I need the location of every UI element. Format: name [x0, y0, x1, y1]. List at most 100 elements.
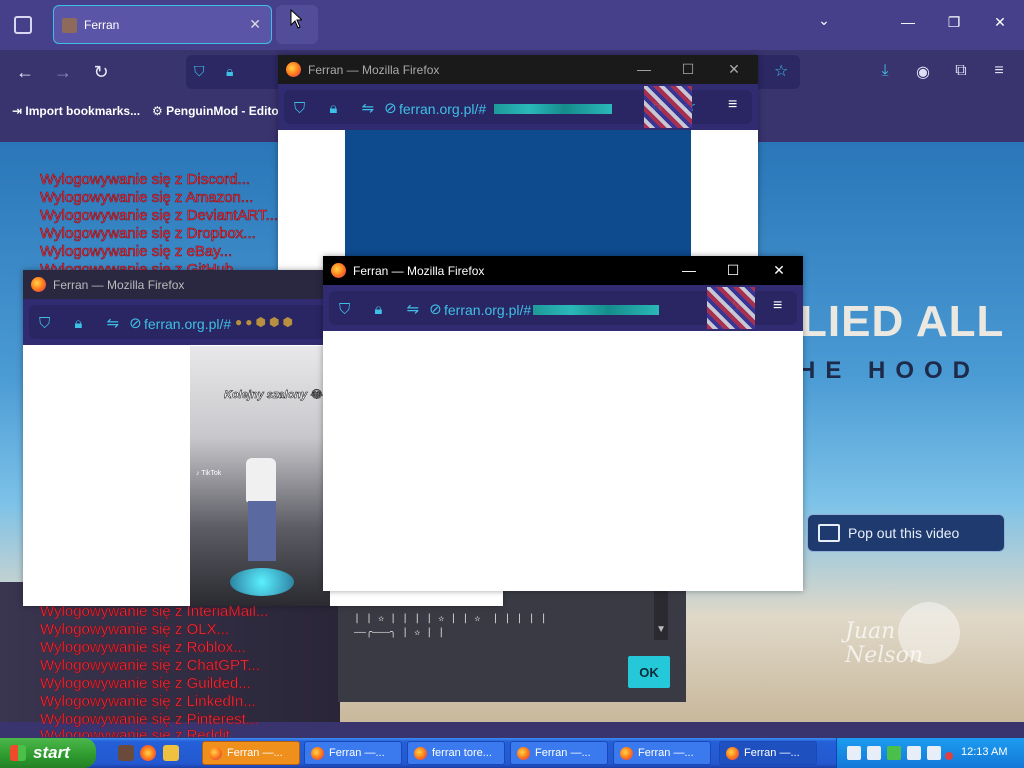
hero-title: LIED ALL: [800, 297, 1005, 346]
taskbar-button-label: Ferran —...: [227, 747, 283, 759]
firefox-icon: [517, 747, 530, 760]
menu-icon[interactable]: ≡: [988, 62, 1010, 80]
popup-c-close-button[interactable]: ✕: [769, 262, 789, 279]
bookmark-import[interactable]: ⇥ Import bookmarks...: [12, 104, 140, 118]
taskbar-button[interactable]: Ferran —...: [304, 741, 402, 765]
back-arrow-icon[interactable]: ←: [14, 62, 36, 83]
ok-button[interactable]: OK: [628, 656, 670, 688]
video-caption: Kolejny szalony 😂: [224, 389, 324, 402]
pop-out-video-button[interactable]: Pop out this video: [807, 514, 1005, 552]
tiktok-watermark: ♪ TikTok: [196, 470, 222, 477]
spam-line: Wylogowywanie się z eBay...: [40, 243, 233, 261]
popup-a-maximize-button[interactable]: ☐: [678, 61, 698, 78]
downloads-icon[interactable]: ⤓: [874, 62, 896, 80]
spam-line: Wylogowywanie się z Discord...: [40, 171, 251, 189]
dialog-message: | | ✫ | | | | ✫ | | ✫ | | | | | ——╭———╮ …: [354, 612, 547, 640]
windows-flag-icon: [10, 745, 26, 761]
firefox-icon: [620, 747, 633, 760]
hero-subtitle: HE HOOD: [798, 357, 981, 384]
taskbar-button[interactable]: Ferran —...: [719, 741, 817, 765]
tray-display-icon[interactable]: [927, 746, 941, 760]
spam-line: Wylogowywanie się z Roblox...: [40, 639, 246, 657]
tab-bar: Ferran ✕ ⌄ — ❐ ✕: [0, 0, 1024, 50]
popup-window-a[interactable]: Ferran — Mozilla Firefox — ☐ ✕ ⛉ 🔒︎ ⇋⊘ f…: [278, 55, 758, 275]
popup-c-maximize-button[interactable]: ☐: [723, 262, 743, 279]
taskbar-button[interactable]: Ferran —...: [613, 741, 711, 765]
popup-window-c[interactable]: Ferran — Mozilla Firefox — ☐ ✕ ⛉ 🔒︎ ⇋⊘ f…: [323, 256, 803, 591]
popup-a-titlebar[interactable]: Ferran — Mozilla Firefox — ☐ ✕: [278, 55, 758, 84]
menu-icon[interactable]: ≡: [728, 96, 737, 114]
account-icon[interactable]: ◉: [912, 62, 934, 82]
popup-c-url: ferran.org.pl/#: [444, 302, 532, 318]
popup-a-minimize-button[interactable]: —: [634, 61, 654, 77]
taskbar-button-label: Ferran —...: [744, 747, 800, 759]
taskbar: start Ferran —... Ferran —... ferran tor…: [0, 738, 1024, 768]
menu-icon[interactable]: ≡: [773, 297, 782, 315]
list-all-tabs-icon[interactable]: ⌄: [814, 12, 834, 29]
popup-a-url: ferran.org.pl/#: [399, 101, 487, 117]
firefox-icon: [726, 747, 739, 760]
tab-close-icon[interactable]: ✕: [249, 16, 261, 33]
spam-line: Wylogowywanie się z DeviantART...: [40, 207, 279, 225]
close-button[interactable]: ✕: [990, 14, 1010, 31]
start-label: start: [33, 743, 70, 762]
tiktok-video[interactable]: Kolejny szalony 😂 ♪ TikTok: [190, 346, 330, 606]
reload-icon[interactable]: ↻: [90, 62, 112, 83]
scroll-down-arrow-icon[interactable]: ▼: [656, 624, 666, 635]
video-person-legs: [248, 501, 276, 561]
tray-app-icon[interactable]: [847, 746, 861, 760]
bookmark-star-icon[interactable]: ☆: [774, 61, 788, 81]
taskbar-button[interactable]: Ferran —...: [202, 741, 300, 765]
system-tray: 12:13 AM: [836, 738, 1024, 768]
bookmark-penguinmod[interactable]: ⚙ PenguinMod - Edito: [152, 104, 279, 118]
maximize-button[interactable]: ❐: [944, 14, 964, 31]
popup-c-url-garbage: [533, 305, 659, 315]
tray-security-shield-icon[interactable]: [887, 746, 901, 760]
popup-c-titlebar[interactable]: Ferran — Mozilla Firefox — ☐ ✕: [323, 256, 803, 285]
quicklaunch-app-icon[interactable]: [118, 745, 134, 761]
tab-favicon-icon: [62, 18, 77, 33]
firefox-icon: [31, 277, 46, 292]
spam-line: Wylogowywanie się z ChatGPT...: [40, 657, 261, 675]
firefox-icon: [331, 263, 346, 278]
tray-volume-icon[interactable]: [907, 746, 921, 760]
popup-c-security-icons: ⛉ 🔒︎ ⇋⊘: [339, 301, 452, 318]
watermark-logo: Juan Nelson: [845, 619, 924, 668]
picture-in-picture-icon: [818, 524, 840, 542]
lock-icon[interactable]: 🔒︎: [226, 63, 233, 80]
minimize-button[interactable]: —: [898, 14, 918, 30]
extensions-icon[interactable]: ⧉: [950, 62, 972, 80]
popup-a-title: Ferran — Mozilla Firefox: [308, 63, 440, 77]
spam-line: Wylogowywanie się z Dropbox...: [40, 225, 256, 243]
popup-a-security-icons: ⛉ 🔒︎ ⇋⊘: [294, 100, 407, 117]
popup-b-security-icons: ⛉ 🔒︎ ⇋⊘: [39, 315, 152, 332]
firefox-icon: [311, 747, 324, 760]
forward-arrow-icon[interactable]: →: [52, 62, 74, 83]
dialog-glyphs-2: ——╭———╮ | ✫ | |: [354, 627, 445, 638]
firefox-icon: [286, 62, 301, 77]
popup-a-url-row: ⛉ 🔒︎ ⇋⊘ ferran.org.pl/# ⧉ ☆ ≡: [278, 84, 758, 130]
firefox-icon: [209, 747, 222, 760]
popup-c-url-row: ⛉ 🔒︎ ⇋⊘ ferran.org.pl/# ☆ ≡: [323, 285, 803, 331]
spam-line: Wylogowywanie się z OLX...: [40, 621, 230, 639]
popup-a-close-button[interactable]: ✕: [724, 61, 744, 78]
pixel-sprite-icon: [644, 86, 692, 128]
video-light-floor: [230, 568, 294, 596]
tab-ferran[interactable]: Ferran ✕: [53, 5, 272, 44]
taskbar-button[interactable]: Ferran —...: [510, 741, 608, 765]
tab-manager-icon[interactable]: [14, 16, 32, 34]
popup-a-url-garbage: [494, 104, 612, 114]
shield-icon[interactable]: ⛉: [194, 63, 205, 80]
firefox-icon: [414, 747, 427, 760]
quicklaunch-firefox-icon[interactable]: [140, 745, 156, 761]
taskbar-button-label: ferran tore...: [432, 747, 492, 759]
tray-network-icon[interactable]: [867, 746, 881, 760]
taskbar-button[interactable]: ferran tore...: [407, 741, 505, 765]
popup-c-minimize-button[interactable]: —: [679, 262, 699, 278]
clock[interactable]: 12:13 AM: [961, 746, 1007, 758]
quicklaunch-folder-icon[interactable]: [163, 745, 179, 761]
spam-line: Wylogowywanie się z Amazon...: [40, 189, 254, 207]
spam-line: Wylogowywanie się z LinkedIn...: [40, 693, 256, 711]
start-button[interactable]: start: [0, 738, 96, 768]
tray-warning-icon[interactable]: [945, 752, 953, 760]
